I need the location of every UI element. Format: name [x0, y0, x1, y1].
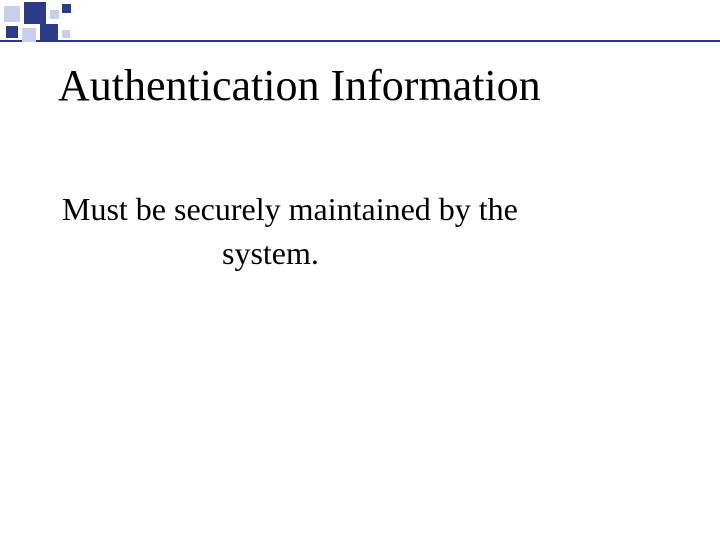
corner-decoration — [0, 0, 120, 50]
slide-body: Must be securely maintained by the syste… — [58, 188, 680, 274]
slide-content: Authentication Information Must be secur… — [58, 62, 680, 275]
slide-title: Authentication Information — [58, 62, 680, 110]
slide-body-line-1: Must be securely maintained by the — [62, 188, 680, 231]
slide-body-line-2: system. — [62, 232, 680, 275]
